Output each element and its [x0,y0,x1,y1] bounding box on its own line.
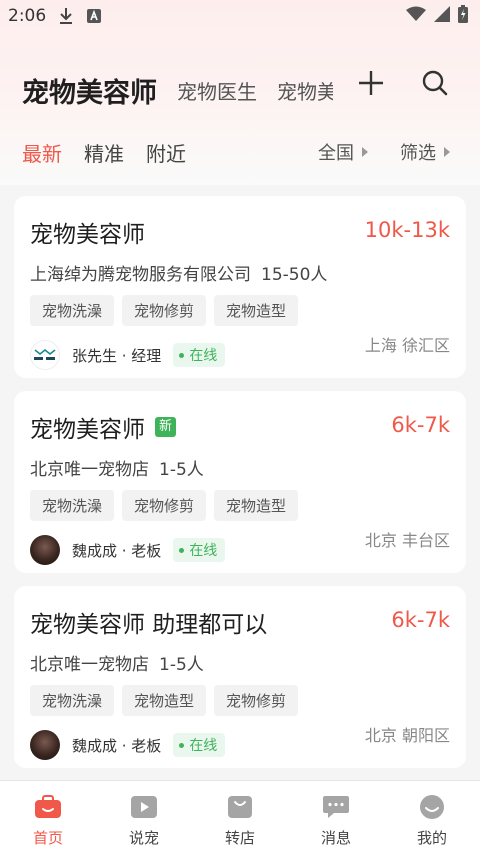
nav-label: 说宠 [128,829,159,847]
job-tag: 宠物造型 [122,685,207,716]
status-bar: 2:06 [0,0,480,32]
job-tag: 宠物造型 [214,295,299,326]
nav-home[interactable]: 首页 [0,781,96,853]
nav-profile[interactable]: 我的 [384,781,480,853]
nav-transfer-shop[interactable]: 转店 [192,781,288,853]
signal-icon [434,5,450,27]
online-badge: 在线 [173,538,226,562]
filter-dropdown[interactable]: 筛选 [400,139,450,165]
job-title: 宠物美容师 助理都可以 [30,612,268,638]
filter-tab-latest[interactable]: 最新 [22,138,62,167]
job-salary: 10k-13k [364,218,450,242]
job-tag: 宠物修剪 [122,295,207,326]
tab-pet-doctor[interactable]: 宠物医生 [177,76,257,105]
nav-label: 我的 [416,829,447,847]
home-briefcase-icon [34,793,62,821]
job-tag: 宠物修剪 [214,685,299,716]
download-icon [58,7,74,25]
recruiter-name: 张先生 · 经理 [72,346,162,365]
company-size: 1-5人 [159,460,204,480]
app-header: 宠物美容师 宠物医生 宠物美 [0,60,480,120]
page-title[interactable]: 宠物美容师 [22,71,157,110]
profile-face-icon [418,793,446,821]
company-size: 15-50人 [261,265,328,285]
shop-bag-icon [226,793,254,821]
bottom-nav: 首页 说宠 转店 消息 我的 [0,780,480,853]
tab-pet-beauty[interactable]: 宠物美 [277,76,333,105]
play-video-icon [130,793,158,821]
online-dot-icon [179,742,185,748]
job-tag: 宠物洗澡 [30,685,115,716]
chat-bubble-icon [322,793,350,821]
job-card[interactable]: 宠物美容师 10k-13k 上海绰为腾宠物服务有限公司 15-50人 宠物洗澡 … [14,196,466,378]
wifi-icon [406,6,426,27]
filter-label: 筛选 [400,143,436,164]
job-list: 宠物美容师 10k-13k 上海绰为腾宠物服务有限公司 15-50人 宠物洗澡 … [14,196,466,781]
recruiter-name: 魏成成 · 老板 [72,541,162,560]
job-tag: 宠物造型 [214,490,299,521]
caret-right-icon [444,147,450,157]
online-dot-icon [179,352,185,358]
job-location: 上海 徐汇区 [364,336,450,355]
app-notification-icon [86,8,102,24]
filter-tab-precise[interactable]: 精准 [84,138,124,167]
job-location: 北京 丰台区 [364,531,450,550]
new-badge: 新 [155,417,177,437]
company-name: 北京唯一宠物店 [30,460,149,480]
job-salary: 6k-7k [391,413,450,437]
plus-icon [358,70,384,100]
job-card[interactable]: 宠物美容师 新 6k-7k 北京唯一宠物店 1-5人 宠物洗澡 宠物修剪 宠物造… [14,391,466,573]
company-name: 北京唯一宠物店 [30,655,149,675]
nav-label: 消息 [320,829,351,847]
caret-right-icon [362,147,368,157]
region-dropdown[interactable]: 全国 [318,139,368,165]
nav-label: 首页 [32,829,63,847]
online-label: 在线 [189,543,218,559]
job-card[interactable]: 宠物美容师 助理都可以 6k-7k 北京唯一宠物店 1-5人 宠物洗澡 宠物造型… [14,586,466,768]
company-logo-avatar [30,340,60,370]
battery-icon [458,4,468,28]
online-badge: 在线 [173,343,226,367]
job-tag: 宠物修剪 [122,490,207,521]
job-location: 北京 朝阳区 [364,726,450,745]
job-title: 宠物美容师 [30,222,145,248]
search-button[interactable] [420,70,450,100]
online-badge: 在线 [173,733,226,757]
status-time: 2:06 [8,6,47,26]
filter-tab-nearby[interactable]: 附近 [146,138,186,167]
job-tag: 宠物洗澡 [30,295,115,326]
search-icon [422,70,448,100]
online-label: 在线 [189,348,218,364]
add-button[interactable] [356,70,386,100]
nav-pet-talk[interactable]: 说宠 [96,781,192,853]
company-name: 上海绰为腾宠物服务有限公司 [30,265,251,285]
job-salary: 6k-7k [391,608,450,632]
job-tag: 宠物洗澡 [30,490,115,521]
nav-messages[interactable]: 消息 [288,781,384,853]
online-label: 在线 [189,738,218,754]
region-label: 全国 [318,143,354,164]
recruiter-name: 魏成成 · 老板 [72,736,162,755]
filter-bar: 最新 精准 附近 全国 筛选 [0,132,480,172]
online-dot-icon [179,547,185,553]
recruiter-avatar [30,730,60,760]
nav-label: 转店 [224,829,255,847]
job-title: 宠物美容师 [30,417,145,443]
recruiter-avatar [30,535,60,565]
company-size: 1-5人 [159,655,204,675]
